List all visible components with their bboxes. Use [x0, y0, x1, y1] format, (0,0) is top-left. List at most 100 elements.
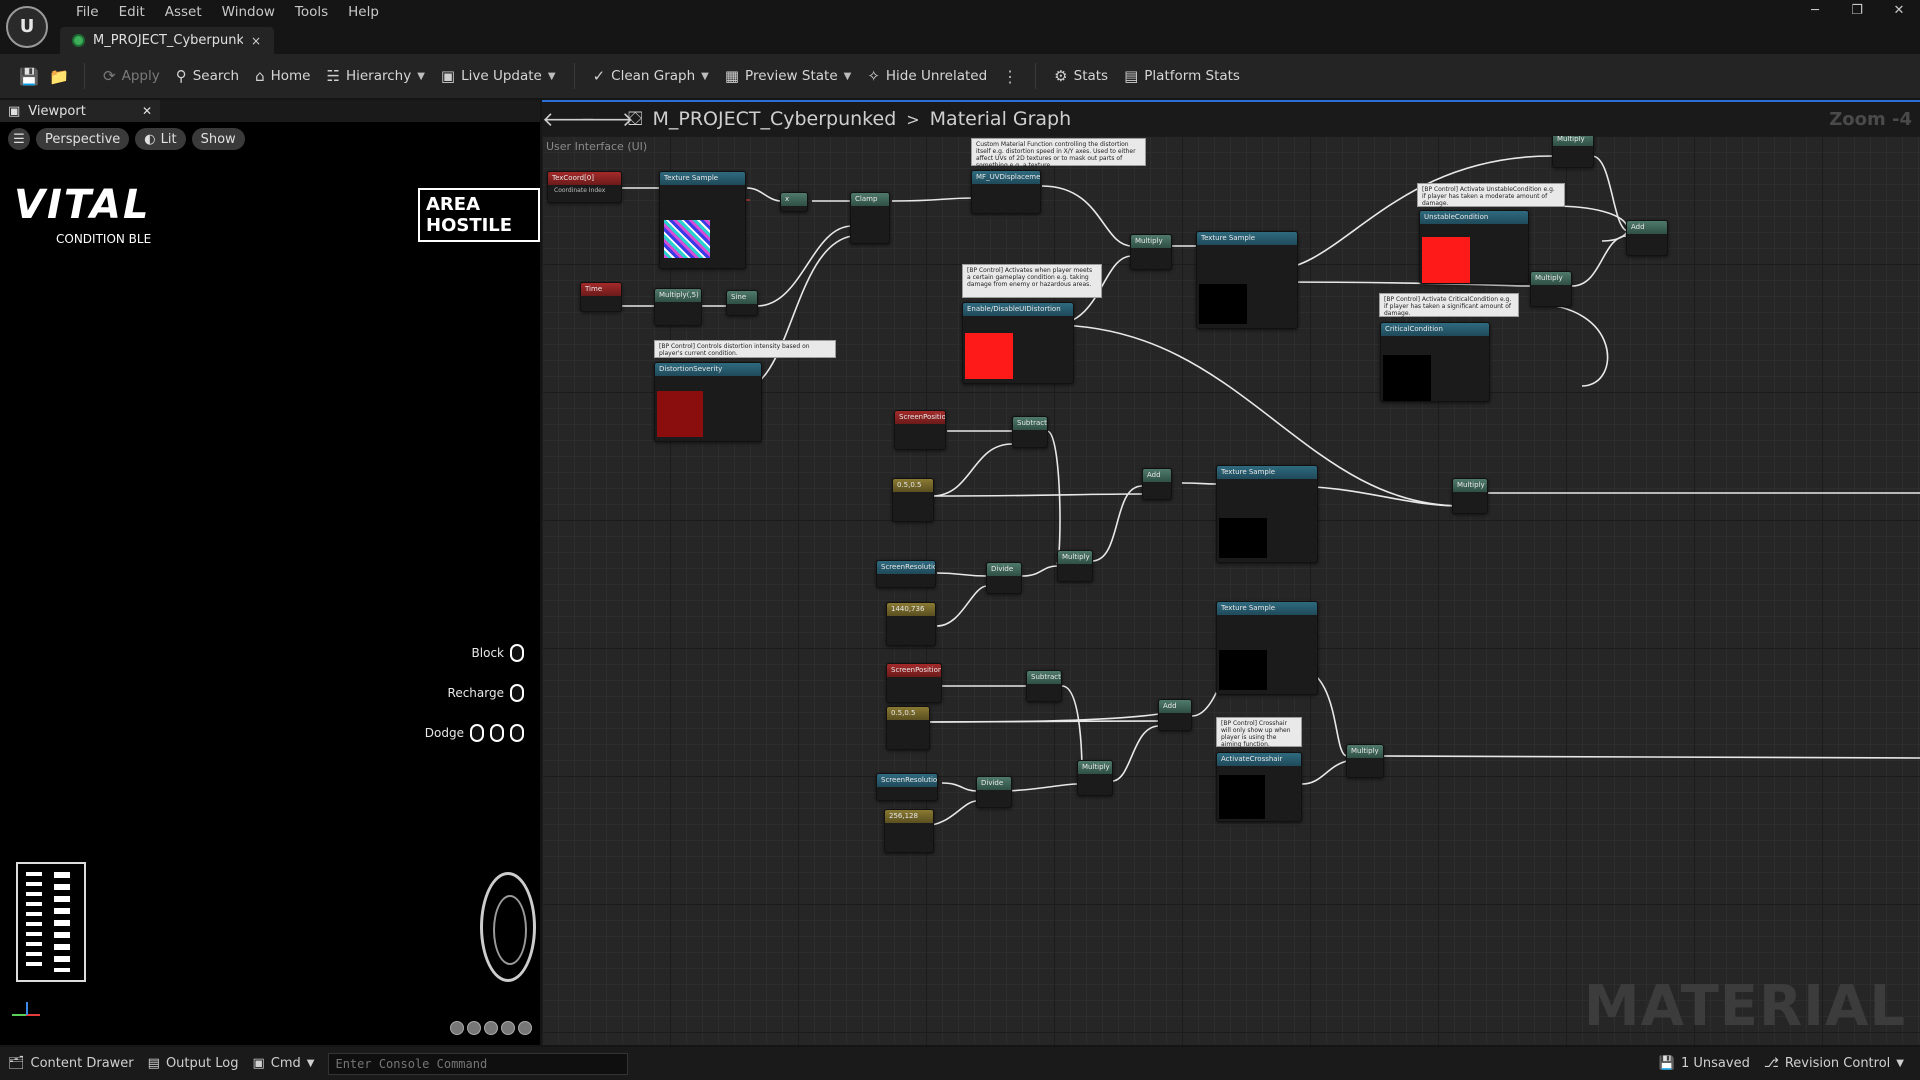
menu-help[interactable]: Help	[338, 2, 389, 22]
sine-node[interactable]: Sine	[726, 290, 758, 316]
clean-graph-button[interactable]: ✓ Clean Graph ▼	[585, 61, 717, 91]
revision-control-label: Revision Control	[1784, 1056, 1891, 1071]
multiply-node-mid-right[interactable]: Multiply	[1452, 478, 1488, 514]
platform-stats-button[interactable]: ▤ Platform Stats	[1116, 61, 1248, 91]
back-arrow-icon[interactable]: 🡐	[542, 107, 596, 131]
subtract-node-1[interactable]: Subtract	[1012, 416, 1048, 448]
clamp-node[interactable]: Clamp	[850, 192, 890, 244]
multiply-node-bottom-right[interactable]: Multiply	[1346, 744, 1384, 778]
unstable-condition-node[interactable]: UnstableCondition	[1419, 210, 1529, 284]
sphere-preview-icon[interactable]	[467, 1021, 481, 1035]
unreal-logo-icon[interactable]: U	[6, 6, 48, 48]
screen-resolution-node-1[interactable]: ScreenResolution	[876, 560, 936, 588]
live-update-button[interactable]: ▣ Live Update ▼	[433, 61, 564, 91]
texture-sample-node-1[interactable]: Texture Sample	[659, 171, 746, 269]
texture-sample-node-2[interactable]: Texture Sample	[1196, 231, 1298, 329]
screen-position-node-1[interactable]: ScreenPosition	[894, 410, 946, 450]
sphere-preview-icon[interactable]	[484, 1021, 498, 1035]
divide-node-2[interactable]: Divide	[976, 776, 1012, 808]
save-icon[interactable]: 💾	[14, 61, 44, 91]
hierarchy-button[interactable]: ☵ Hierarchy ▼	[319, 61, 433, 91]
show-button[interactable]: Show	[191, 128, 245, 150]
restore-button[interactable]: ❐	[1836, 0, 1878, 22]
activate-crosshair-node[interactable]: ActivateCrosshair	[1216, 752, 1302, 822]
menu-window[interactable]: Window	[212, 2, 285, 22]
distortion-severity-node[interactable]: DistortionSeverity	[654, 362, 762, 442]
menu-asset[interactable]: Asset	[155, 2, 212, 22]
sphere-preview-icon[interactable]	[501, 1021, 515, 1035]
perspective-button[interactable]: Perspective	[36, 128, 130, 150]
texture-sample-node-3[interactable]: Texture Sample	[1216, 465, 1318, 563]
menu-edit[interactable]: Edit	[109, 2, 155, 22]
comment-crosshair[interactable]: [BP Control] Crosshair will only show up…	[1216, 717, 1302, 748]
constant-node-4[interactable]: 256,128	[884, 809, 934, 853]
browse-icon[interactable]: 📁	[44, 61, 74, 91]
enable-distortion-node[interactable]: Enable/DisableUIDistortion	[962, 302, 1074, 384]
multiply-node-1[interactable]: Multiply(,5)	[654, 288, 702, 326]
lit-button[interactable]: ◐ Lit	[135, 128, 186, 150]
texcoord-node[interactable]: TexCoord[0] Coordinate Index	[547, 171, 622, 203]
node-title: Multiply	[1531, 272, 1571, 285]
viewport-canvas[interactable]: ☰ Perspective ◐ Lit Show VITAL CONDITION …	[0, 122, 540, 1045]
hamburger-menu-icon[interactable]: ☰	[8, 128, 30, 150]
comment-mf-uv[interactable]: Custom Material Function controlling the…	[971, 138, 1146, 169]
multiply-node-2[interactable]: Multiply	[1130, 234, 1172, 270]
viewport-controls: ☰ Perspective ◐ Lit Show	[8, 128, 245, 150]
constant-node-2[interactable]: 1440,736	[886, 602, 936, 646]
constant-node-1[interactable]: 0.5,0.5	[892, 478, 934, 522]
comment-critical[interactable]: [BP Control] Activate CriticalCondition …	[1379, 293, 1519, 317]
subtract-node-2[interactable]: Subtract	[1026, 670, 1062, 702]
minimize-button[interactable]: ─	[1794, 0, 1836, 22]
texture-sample-node-4[interactable]: Texture Sample	[1216, 601, 1318, 695]
node-title: x	[781, 193, 807, 206]
sphere-preview-icon[interactable]	[518, 1021, 532, 1035]
console-command-input[interactable]	[328, 1052, 629, 1075]
multiply-node-right[interactable]: Multiply	[1530, 271, 1572, 307]
stats-button[interactable]: ⚙ Stats	[1046, 61, 1116, 91]
sphere-preview-icon[interactable]	[450, 1021, 464, 1035]
preview-state-button[interactable]: ▦ Preview State ▼	[717, 61, 859, 91]
breadcrumb-graph[interactable]: Material Graph	[930, 108, 1072, 130]
screen-position-node-2[interactable]: ScreenPosition	[886, 663, 942, 703]
add-node-top-right[interactable]: Add	[1626, 220, 1668, 256]
add-node-2[interactable]: Add	[1158, 699, 1192, 731]
apply-button[interactable]: ⟳ Apply	[95, 61, 168, 91]
live-update-label: Live Update	[461, 68, 542, 84]
home-button[interactable]: ⌂ Home	[247, 61, 318, 91]
search-button[interactable]: ⚲ Search	[168, 61, 247, 91]
critical-condition-node[interactable]: CriticalCondition	[1380, 322, 1490, 402]
viewport-tab[interactable]: ▣ Viewport ✕	[0, 100, 160, 122]
revision-control-button[interactable]: ⎇ Revision Control ▼	[1764, 1056, 1904, 1071]
menu-file[interactable]: File	[66, 2, 109, 22]
breadcrumb-asset[interactable]: M_PROJECT_Cyberpunked	[652, 108, 896, 130]
cmd-dropdown[interactable]: ▣ Cmd ▼	[252, 1056, 314, 1071]
node-title: Divide	[987, 563, 1021, 576]
close-icon[interactable]: ✕	[142, 104, 152, 118]
asset-tab[interactable]: M_PROJECT_Cyberpunk... ×	[60, 27, 274, 54]
unsaved-button[interactable]: 💾 1 Unsaved	[1659, 1056, 1750, 1071]
x-node[interactable]: x	[780, 192, 808, 212]
multiply-node-4[interactable]: Multiply	[1077, 760, 1113, 796]
output-log-button[interactable]: ▤ Output Log	[148, 1056, 239, 1071]
graph-canvas[interactable]: User Interface (UI) Custom Material Func…	[542, 136, 1920, 1045]
multiply-node-3[interactable]: Multiply	[1057, 550, 1093, 582]
close-icon[interactable]: ×	[251, 34, 261, 48]
add-node-1[interactable]: Add	[1142, 468, 1172, 500]
time-node[interactable]: Time	[580, 282, 622, 312]
content-drawer-button[interactable]: 🗂 Content Drawer	[8, 1056, 134, 1071]
mf-uv-displacement-node[interactable]: MF_UVDisplacement	[971, 170, 1041, 214]
forward-arrow-icon[interactable]: 🡒	[580, 107, 634, 131]
comment-distortion-severity[interactable]: [BP Control] Controls distortion intensi…	[654, 340, 836, 358]
hide-unrelated-button[interactable]: ✧ Hide Unrelated	[859, 61, 995, 91]
chevron-down-icon: ▼	[1896, 1058, 1904, 1069]
node-title: TexCoord[0]	[548, 172, 621, 185]
comment-unstable[interactable]: [BP Control] Activate UnstableCondition …	[1417, 183, 1565, 207]
screen-resolution-node-2[interactable]: ScreenResolution	[876, 773, 938, 801]
divide-node-1[interactable]: Divide	[986, 562, 1022, 594]
close-window-button[interactable]: ✕	[1878, 0, 1920, 22]
multiply-node-top-right[interactable]: Multiply	[1552, 136, 1594, 168]
constant-node-3[interactable]: 0.5,0.5	[886, 706, 930, 750]
menu-tools[interactable]: Tools	[285, 2, 338, 22]
more-options-icon[interactable]: ⋮	[995, 61, 1025, 91]
comment-enable-distortion[interactable]: [BP Control] Activates when player meets…	[962, 264, 1102, 298]
